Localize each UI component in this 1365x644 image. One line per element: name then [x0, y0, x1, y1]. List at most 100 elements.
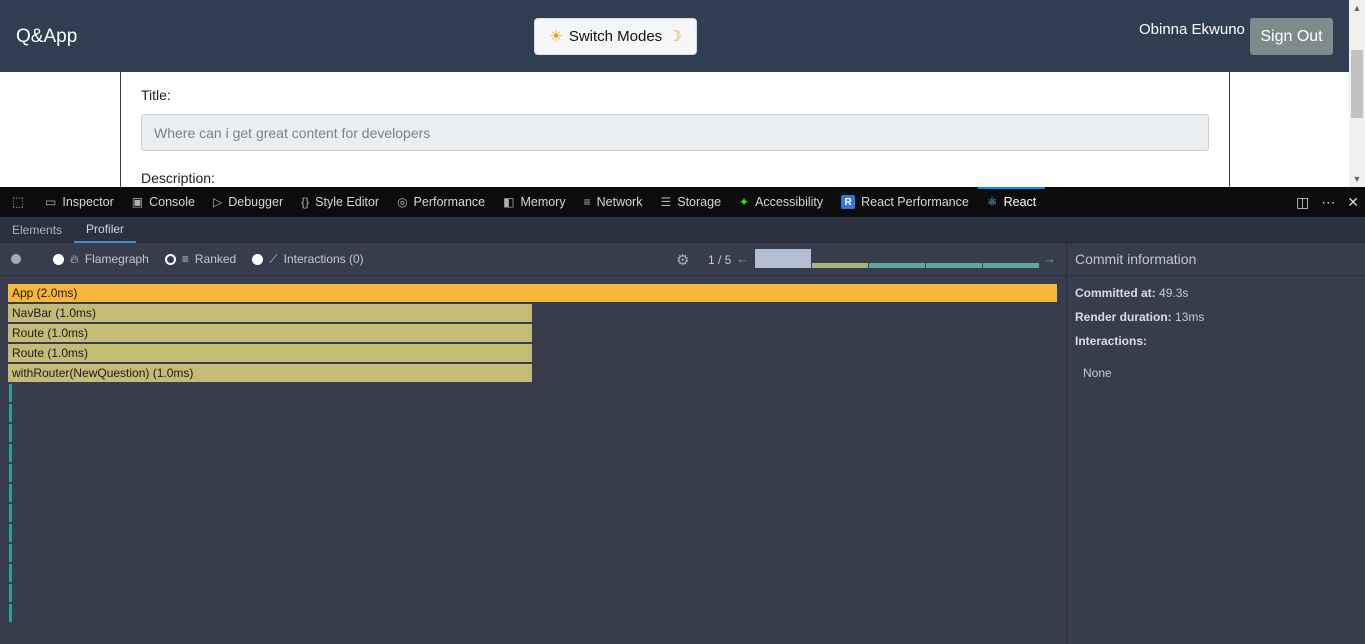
tab-label: Style Editor	[315, 195, 380, 209]
settings-gear-icon[interactable]: ⚙	[676, 251, 689, 269]
more-options-icon[interactable]: ⋯	[1321, 194, 1335, 211]
interactions-label: Interactions:	[1075, 334, 1148, 348]
switch-modes-label: Switch Modes	[568, 28, 663, 45]
dock-side-icon[interactable]: ◫	[1296, 194, 1309, 211]
interactions-value: None	[1083, 366, 1112, 380]
sign-out-button[interactable]: Sign Out	[1250, 18, 1333, 55]
performance-icon: ◎	[397, 195, 408, 209]
scroll-up-icon[interactable]: ▲	[1349, 0, 1365, 16]
tab-label: Memory	[520, 195, 566, 209]
tab-label: Accessibility	[755, 195, 824, 209]
console-icon: ▣	[131, 195, 144, 209]
commit-bar[interactable]	[983, 263, 1039, 268]
profiler-toolbar: 🔥︎ Flamegraph ≡ Ranked ⟋ Interactions (0…	[0, 243, 1066, 276]
react-subtabs: Elements Profiler	[0, 217, 1365, 243]
commit-info-title: Commit information	[1067, 243, 1365, 276]
tab-label: Inspector	[62, 195, 114, 209]
flamegraph-leaf-node[interactable]	[9, 564, 12, 582]
commit-information-panel: Commit information Committed at: 49.3s R…	[1067, 243, 1365, 644]
radio-icon	[53, 253, 64, 265]
tab-label: React	[1003, 195, 1037, 209]
flamegraph-leaf-node[interactable]	[9, 444, 12, 462]
tab-react-performance[interactable]: R React Performance	[832, 187, 978, 217]
flamegraph-leaf-node[interactable]	[9, 544, 12, 562]
tab-inspector[interactable]: ▭ Inspector	[36, 187, 123, 217]
element-picker-icon[interactable]: ⬚	[0, 187, 36, 217]
record-button[interactable]	[11, 254, 21, 264]
flamegraph-node[interactable]: App (2.0ms)	[8, 284, 1057, 302]
tab-accessibility[interactable]: ✦ Accessibility	[730, 187, 832, 217]
scrollbar-thumb[interactable]	[1351, 50, 1363, 118]
flamegraph-node[interactable]: Route (1.0ms)	[8, 324, 532, 342]
tab-react[interactable]: ⚛ React	[977, 187, 1046, 217]
scroll-down-icon[interactable]: ▼	[1349, 171, 1365, 187]
view-interactions[interactable]: ⟋ Interactions (0)	[252, 251, 364, 267]
commit-bar[interactable]	[869, 263, 925, 268]
flamegraph-node[interactable]: Route (1.0ms)	[8, 344, 532, 362]
flamegraph-leaf-node[interactable]	[9, 484, 12, 502]
tab-label: Storage	[677, 195, 722, 209]
devtools-toolbar: ⬚ ▭ Inspector ▣ Console ▷ Debugger {} Style Edi…	[0, 187, 1365, 217]
interactions-icon: ⟋	[269, 251, 278, 266]
network-icon: ≡	[583, 195, 591, 209]
tab-label: React Performance	[861, 195, 969, 209]
accessibility-icon: ✦	[739, 195, 750, 209]
view-flamegraph-label: Flamegraph	[84, 252, 149, 266]
style-editor-icon: {}	[301, 195, 310, 209]
flamegraph-leaf-node[interactable]	[9, 384, 12, 402]
devtools-window-controls: ◫ ⋯ ✕	[1296, 187, 1365, 217]
commit-bar[interactable]	[812, 263, 868, 268]
tab-memory[interactable]: ◧ Memory	[494, 187, 575, 217]
title-input[interactable]: Where can i get great content for develo…	[141, 114, 1209, 151]
sun-icon: ☀	[549, 28, 563, 45]
view-flamegraph[interactable]: 🔥︎ Flamegraph	[53, 252, 149, 267]
tab-elements[interactable]: Elements	[0, 217, 74, 243]
flamegraph-leaf-node[interactable]	[9, 504, 12, 522]
flamegraph-leaf-node[interactable]	[9, 524, 12, 542]
flamegraph-node[interactable]: withRouter(NewQuestion) (1.0ms)	[8, 364, 532, 382]
moon-icon: ☽	[668, 28, 682, 45]
tab-debugger[interactable]: ▷ Debugger	[204, 187, 292, 217]
react-performance-icon: R	[841, 195, 856, 209]
render-duration-label: Render duration:	[1075, 310, 1172, 324]
inspector-icon: ▭	[45, 195, 57, 209]
storage-icon: ☰	[660, 195, 672, 209]
question-form: Title: Where can i get great content for…	[120, 72, 1230, 187]
page-scrollbar[interactable]: ▲ ▼	[1349, 0, 1365, 187]
tab-network[interactable]: ≡ Network	[575, 187, 652, 217]
tab-storage[interactable]: ☰ Storage	[651, 187, 730, 217]
tab-style-editor[interactable]: {} Style Editor	[292, 187, 388, 217]
tab-label: Console	[149, 195, 195, 209]
commit-bar[interactable]	[755, 249, 811, 268]
flamegraph-leaf-node[interactable]	[9, 464, 12, 482]
switch-modes-button[interactable]: ☀ Switch Modes ☽	[534, 18, 697, 55]
flamegraph-leaf-node[interactable]	[9, 604, 12, 622]
prev-commit-arrow-icon[interactable]: ←	[736, 251, 749, 266]
view-ranked-label: Ranked	[194, 252, 237, 266]
tab-console[interactable]: ▣ Console	[123, 187, 204, 217]
tab-performance[interactable]: ◎ Performance	[388, 187, 494, 217]
commit-bar[interactable]	[926, 263, 982, 268]
view-ranked[interactable]: ≡ Ranked	[164, 252, 237, 266]
navbar: Q&App ☀ Switch Modes ☽ Obinna Ekwuno Sig…	[0, 0, 1349, 72]
tab-profiler[interactable]: Profiler	[74, 217, 137, 243]
flamegraph-node[interactable]: NavBar (1.0ms)	[8, 304, 532, 322]
description-label: Description:	[141, 170, 215, 186]
flamegraph-leaf-node[interactable]	[9, 424, 12, 442]
committed-at: Committed at: 49.3s	[1075, 286, 1188, 300]
flame-icon: 🔥︎	[70, 251, 79, 266]
close-icon[interactable]: ✕	[1347, 194, 1359, 211]
next-commit-arrow-icon[interactable]: →	[1043, 251, 1056, 266]
flamegraph-leaf-node[interactable]	[9, 404, 12, 422]
react-icon: ⚛	[986, 195, 998, 209]
tab-label: Network	[596, 195, 643, 209]
flamegraph-leaf-node[interactable]	[9, 584, 12, 602]
tab-label: Performance	[413, 195, 486, 209]
user-name: Obinna Ekwuno	[1139, 21, 1245, 38]
view-interactions-label: Interactions (0)	[283, 252, 364, 266]
committed-at-value: 49.3s	[1159, 286, 1189, 300]
tab-label: Debugger	[228, 195, 284, 209]
brand-logo[interactable]: Q&App	[16, 26, 77, 48]
commit-navigator: 1 / 5 ← →	[700, 243, 1060, 276]
committed-at-label: Committed at:	[1075, 286, 1156, 300]
